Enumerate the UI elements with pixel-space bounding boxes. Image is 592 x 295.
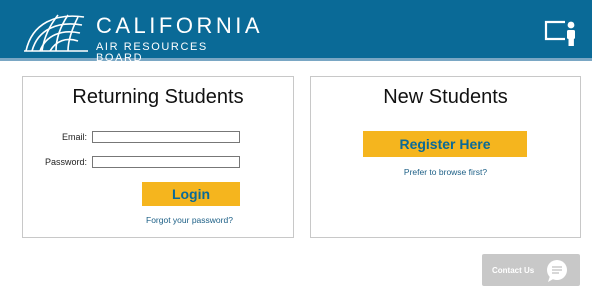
password-label: Password: — [44, 157, 87, 167]
header-bar: CALIFORNIA AIR RESOURCES BOARD — [0, 0, 592, 64]
contact-us-button[interactable]: Contact Us — [482, 254, 580, 286]
forgot-password-link[interactable]: Forgot your password? — [146, 215, 233, 225]
chat-bubble-icon — [547, 260, 567, 282]
user-board-icon[interactable] — [543, 19, 579, 47]
arc-logo-icon — [24, 14, 88, 52]
email-input[interactable] — [92, 131, 240, 143]
contact-us-label: Contact Us — [492, 266, 535, 275]
new-students-panel: New Students Register Here Prefer to bro… — [310, 76, 581, 238]
returning-students-title: Returning Students — [72, 86, 244, 108]
org-name: CALIFORNIA — [96, 13, 264, 38]
org-subname: AIR RESOURCES BOARD — [96, 41, 208, 64]
email-label: Email: — [61, 132, 87, 142]
password-input[interactable] — [92, 156, 240, 168]
login-button[interactable]: Login — [142, 182, 240, 206]
register-button[interactable]: Register Here — [363, 131, 527, 157]
browse-first-link[interactable]: Prefer to browse first? — [311, 167, 580, 177]
carb-logo[interactable]: CALIFORNIA AIR RESOURCES BOARD — [22, 9, 260, 64]
new-students-title: New Students — [383, 86, 508, 108]
returning-students-panel: Returning Students Email: Password: Logi… — [22, 76, 294, 238]
